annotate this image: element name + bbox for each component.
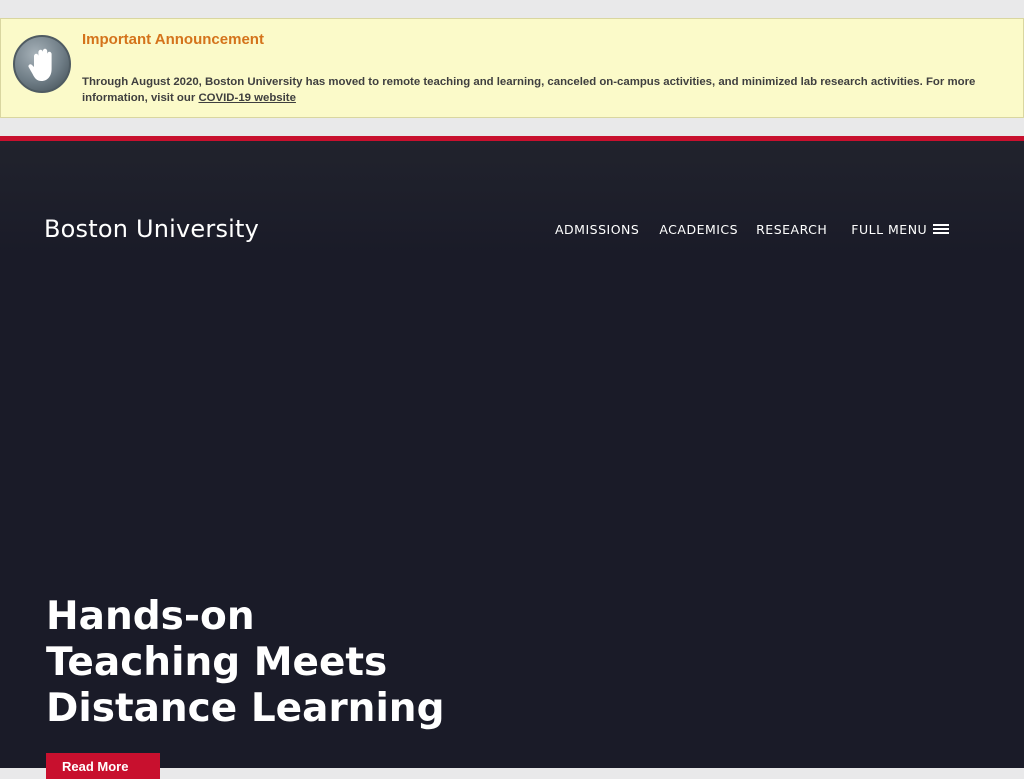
hero-headline: Hands-on Teaching Meets Distance Learnin…	[46, 594, 445, 731]
stop-hand-icon	[13, 35, 71, 93]
full-menu-button[interactable]: FULL MENU	[851, 221, 950, 237]
read-more-button[interactable]: Read More	[46, 753, 160, 779]
main-nav: ADMISSIONS ACADEMICS RESEARCH FULL MENU	[555, 219, 950, 239]
hamburger-icon	[933, 224, 950, 234]
full-menu-label: FULL MENU	[851, 221, 928, 237]
covid-website-link[interactable]: COVID-19 website	[198, 92, 295, 104]
hero-section: Boston University ADMISSIONS ACADEMICS R…	[0, 141, 1024, 779]
nav-academics-link[interactable]: ACADEMICS	[659, 222, 738, 237]
nav-research-button[interactable]: RESEARCH	[756, 222, 827, 237]
announcement-text: Through August 2020, Boston University h…	[82, 74, 1002, 106]
nav-admissions-link[interactable]: ADMISSIONS	[555, 222, 639, 237]
announcement-banner: Important Announcement Through August 20…	[0, 18, 1024, 118]
site-logo[interactable]: Boston University	[44, 215, 259, 243]
announcement-title: Important Announcement	[82, 31, 264, 48]
